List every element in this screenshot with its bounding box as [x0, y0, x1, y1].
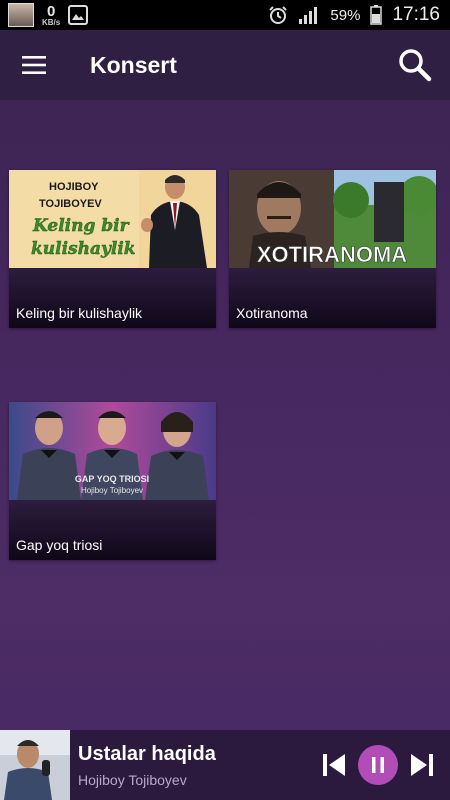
player-controls	[316, 745, 450, 785]
album-card-gap-yoq-triosi[interactable]: GAP YOQ TRIOSI Hojiboy Tojiboyev Gap yoq…	[9, 402, 216, 560]
album-card-keling-bir-kulishaylik[interactable]: HOJIBOY TOJIBOYEV Keling bir kulishaylik…	[9, 170, 216, 328]
pause-button[interactable]	[358, 745, 398, 785]
alarm-icon	[269, 6, 288, 24]
gallery-icon	[68, 5, 89, 25]
search-button[interactable]	[380, 30, 450, 100]
status-bar: 0 KB/s 59% 17:16	[0, 0, 450, 30]
next-button[interactable]	[404, 747, 440, 783]
page-title: Konsert	[90, 51, 177, 78]
thumb-text-title: XOTIRANOMA	[257, 242, 407, 267]
signal-icon	[299, 7, 318, 24]
mini-player[interactable]: Ustalar haqida Hojiboy Tojiboyev	[0, 730, 450, 800]
album-title: Xotiranoma	[236, 305, 308, 321]
thumb-text-surname: TOJIBOYEV	[39, 198, 102, 210]
now-playing-info[interactable]: Ustalar haqida Hojiboy Tojiboyev	[78, 743, 216, 788]
previous-button[interactable]	[316, 747, 352, 783]
speed-unit: KB/s	[42, 17, 61, 27]
thumb-text-line2: kulishaylik	[31, 239, 136, 259]
notification-thumbnail-icon	[8, 3, 34, 27]
speed-value: 0	[46, 2, 56, 20]
skip-previous-icon	[323, 754, 345, 776]
thumb-text-artist: Hojiboy Tojiboyev	[81, 486, 143, 495]
battery-icon	[370, 5, 383, 25]
menu-button[interactable]	[0, 30, 70, 100]
album-thumbnail: XOTIRANOMA	[229, 170, 436, 268]
now-playing-artwork	[0, 730, 70, 800]
hamburger-menu-icon	[22, 56, 46, 74]
album-label: Gap yoq triosi	[9, 500, 216, 560]
network-speed: 0 KB/s	[42, 4, 60, 27]
thumb-text-line1: Keling bir	[32, 216, 130, 236]
album-label: Keling bir kulishaylik	[9, 268, 216, 328]
battery-percent: 59%	[330, 6, 361, 24]
album-card-xotiranoma[interactable]: XOTIRANOMA Xotiranoma	[229, 170, 436, 328]
thumb-text-title: GAP YOQ TRIOSI	[75, 474, 149, 484]
album-thumbnail: GAP YOQ TRIOSI Hojiboy Tojiboyev	[9, 402, 216, 500]
now-playing-title: Ustalar haqida	[78, 742, 216, 765]
now-playing-artist: Hojiboy Tojiboyev	[78, 771, 187, 788]
clock: 17:16	[392, 4, 440, 25]
album-thumbnail: HOJIBOY TOJIBOYEV Keling bir kulishaylik	[9, 170, 216, 268]
app-bar: Konsert	[0, 30, 450, 100]
search-icon	[399, 49, 432, 82]
album-title: Keling bir kulishaylik	[16, 305, 143, 321]
skip-next-icon	[411, 754, 433, 776]
pause-icon	[372, 757, 384, 773]
album-title: Gap yoq triosi	[16, 537, 103, 553]
thumb-text-name: HOJIBOY	[49, 181, 99, 193]
album-label: Xotiranoma	[229, 268, 436, 328]
